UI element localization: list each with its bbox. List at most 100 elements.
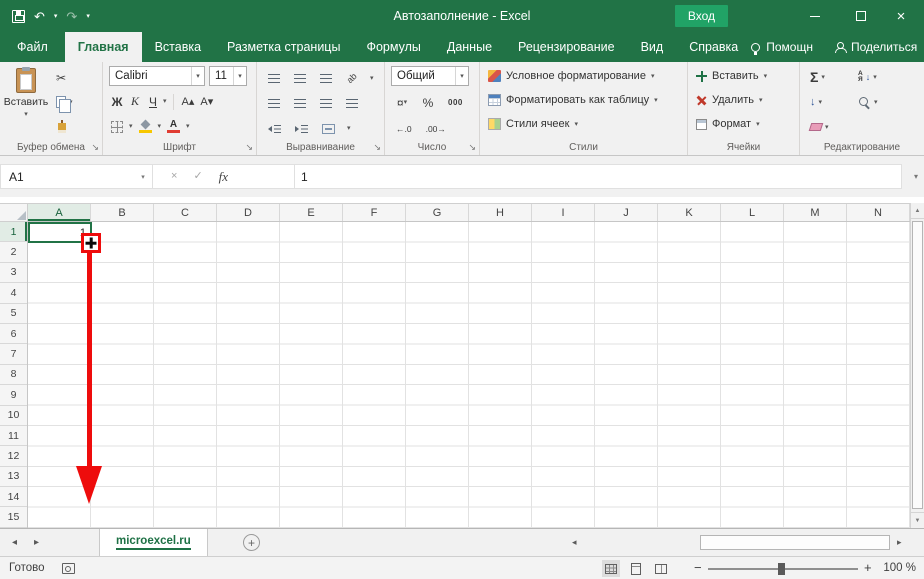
tab-Вставка[interactable]: Вставка (142, 32, 214, 62)
fill-color-dropdown-icon[interactable]: ▾ (158, 123, 162, 130)
clear-button[interactable]: ▾ (808, 117, 829, 137)
align-center-button[interactable] (292, 94, 308, 113)
cell-styles-button[interactable]: Стили ячеек ▾ (480, 113, 687, 135)
column-header-E[interactable]: E (280, 204, 343, 221)
tab-Рецензирование[interactable]: Рецензирование (505, 32, 628, 62)
font-size-dropdown-icon[interactable]: ▾ (233, 67, 246, 85)
insert-cells-button[interactable]: Вставить ▾ (688, 65, 799, 87)
orientation-button[interactable]: ab (344, 69, 360, 88)
increase-indent-button[interactable] (293, 119, 310, 138)
cancel-icon[interactable]: × (171, 171, 177, 182)
scroll-up-button[interactable]: ▲ (911, 203, 924, 219)
tab-Формулы[interactable]: Формулы (353, 32, 433, 62)
select-all-button[interactable] (0, 203, 28, 222)
save-icon[interactable] (12, 9, 25, 23)
font-dialog-launcher[interactable]: ↘ (245, 143, 253, 152)
share-button[interactable]: Поделиться (834, 40, 917, 54)
column-header-C[interactable]: C (154, 204, 217, 221)
number-dialog-launcher[interactable]: ↘ (468, 143, 476, 152)
comma-format-button[interactable]: 000 (446, 93, 465, 112)
autosum-button[interactable]: Σ ▾ (810, 67, 825, 87)
align-middle-button[interactable] (292, 69, 308, 88)
align-bottom-button[interactable] (318, 69, 334, 88)
enter-icon[interactable]: ✓ (193, 171, 202, 182)
new-sheet-button[interactable]: + (243, 534, 260, 551)
grid-cells[interactable] (28, 222, 910, 528)
view-page-layout-button[interactable] (627, 560, 645, 577)
row-header-6[interactable]: 6 (0, 324, 27, 345)
align-right-button[interactable] (318, 94, 334, 113)
row-header-14[interactable]: 14 (0, 487, 27, 508)
name-box-dropdown-icon[interactable]: ▾ (134, 173, 152, 181)
row-header-7[interactable]: 7 (0, 344, 27, 365)
column-header-A[interactable]: A (28, 204, 91, 221)
italic-button[interactable]: К (127, 92, 143, 111)
row-header-15[interactable]: 15 (0, 507, 27, 528)
view-normal-button[interactable] (602, 560, 620, 577)
wrap-text-button[interactable] (344, 94, 360, 113)
column-header-L[interactable]: L (721, 204, 784, 221)
column-header-G[interactable]: G (406, 204, 469, 221)
assistant-button[interactable]: Помощн (751, 40, 813, 55)
shrink-font-button[interactable]: А▾ (198, 92, 215, 111)
merge-center-button[interactable] (320, 119, 337, 138)
vertical-scroll-thumb[interactable] (912, 221, 923, 509)
scroll-down-button[interactable]: ▼ (911, 512, 924, 528)
column-header-I[interactable]: I (532, 204, 595, 221)
sort-filter-button[interactable]: АЯ ↓ ▾ (858, 67, 877, 87)
underline-dropdown-icon[interactable]: ▾ (163, 98, 167, 105)
sheet-nav-prev-icon[interactable]: ◂ (12, 529, 17, 556)
clipboard-dialog-launcher[interactable]: ↘ (91, 143, 99, 152)
borders-dropdown-icon[interactable]: ▾ (129, 123, 133, 130)
qat-customize-icon[interactable]: ▾ (86, 12, 90, 20)
percent-format-button[interactable]: % (420, 93, 436, 112)
currency-format-button[interactable]: ¤ ▾ (394, 93, 410, 112)
tab-Вид[interactable]: Вид (628, 32, 677, 62)
formula-bar-expand-icon[interactable]: ▾ (914, 172, 918, 181)
format-as-table-button[interactable]: Форматировать как таблицу ▾ (480, 89, 687, 111)
hscroll-right-button[interactable]: ▸ (897, 529, 902, 556)
font-family-dropdown-icon[interactable]: ▾ (191, 67, 204, 85)
fill-color-button[interactable] (137, 117, 154, 136)
row-header-5[interactable]: 5 (0, 304, 27, 324)
align-top-button[interactable] (266, 69, 282, 88)
tab-Главная[interactable]: Главная (64, 32, 142, 62)
column-header-F[interactable]: F (343, 204, 406, 221)
row-header-3[interactable]: 3 (0, 263, 27, 284)
sheet-tab-microexcel[interactable]: microexcel.ru (99, 529, 208, 556)
sheet-nav-next-icon[interactable]: ▸ (34, 529, 39, 556)
vertical-scrollbar[interactable]: ▲ ▼ (910, 203, 924, 528)
font-color-dropdown-icon[interactable]: ▾ (186, 123, 190, 130)
tab-Разметка страницы[interactable]: Разметка страницы (214, 32, 353, 62)
horizontal-scroll-thumb[interactable] (700, 535, 890, 550)
format-cells-button[interactable]: Формат ▾ (688, 113, 799, 135)
insert-function-button[interactable]: fx (219, 170, 228, 183)
minimize-button[interactable] (798, 0, 832, 32)
merge-dropdown-icon[interactable]: ▾ (347, 125, 351, 132)
macro-record-button[interactable] (62, 563, 75, 574)
column-header-J[interactable]: J (595, 204, 658, 221)
number-format-dropdown-icon[interactable]: ▾ (455, 67, 468, 85)
find-select-button[interactable]: ▾ (858, 92, 878, 112)
fill-button[interactable]: ↓ ▾ (810, 92, 822, 112)
decrease-decimal-button[interactable]: .00→ (424, 119, 448, 138)
underline-button[interactable]: Ч (145, 92, 161, 111)
align-left-button[interactable] (266, 94, 282, 113)
zoom-slider-thumb[interactable] (778, 563, 785, 575)
increase-decimal-button[interactable]: ←.0 (394, 119, 414, 138)
alignment-dialog-launcher[interactable]: ↘ (373, 143, 381, 152)
row-header-4[interactable]: 4 (0, 283, 27, 304)
delete-cells-button[interactable]: Удалить ▾ (688, 89, 799, 111)
row-header-2[interactable]: 2 (0, 242, 27, 263)
formula-input[interactable]: 1 (295, 164, 902, 189)
borders-button[interactable] (109, 117, 125, 136)
paste-button[interactable]: Вставить ▾ (4, 65, 48, 139)
conditional-formatting-button[interactable]: Условное форматирование ▾ (480, 65, 687, 87)
row-header-13[interactable]: 13 (0, 467, 27, 488)
zoom-slider[interactable] (708, 563, 858, 575)
font-family-combo[interactable]: Calibri ▾ (109, 66, 205, 86)
row-header-8[interactable]: 8 (0, 365, 27, 386)
zoom-out-button[interactable]: − (694, 557, 702, 579)
font-size-combo[interactable]: 11 ▾ (209, 66, 247, 86)
cut-button[interactable]: ✂ (56, 70, 73, 86)
